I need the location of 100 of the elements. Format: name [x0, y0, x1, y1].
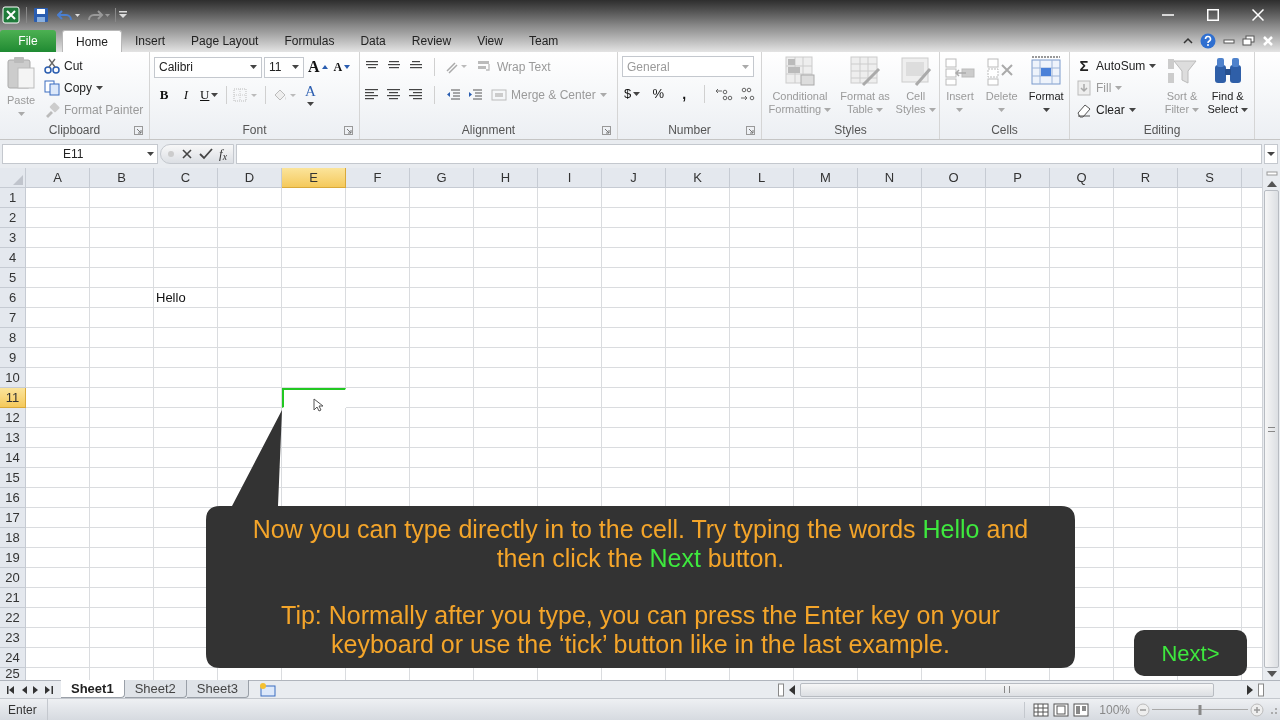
spreadsheet-cell[interactable]	[1178, 508, 1242, 528]
spreadsheet-cell[interactable]	[26, 548, 90, 568]
spreadsheet-cell[interactable]	[858, 348, 922, 368]
spreadsheet-cell[interactable]	[986, 348, 1050, 368]
spreadsheet-cell[interactable]	[90, 388, 154, 408]
spreadsheet-cell[interactable]	[26, 328, 90, 348]
spreadsheet-cell[interactable]	[986, 288, 1050, 308]
ribbon-tab[interactable]: Formulas	[271, 30, 348, 52]
spreadsheet-logo-icon[interactable]	[2, 6, 20, 24]
column-header[interactable]: C	[154, 168, 218, 188]
spreadsheet-cell[interactable]	[218, 368, 282, 388]
row-header[interactable]: 18	[0, 528, 26, 548]
spreadsheet-cell[interactable]	[986, 368, 1050, 388]
spreadsheet-cell[interactable]	[90, 628, 154, 648]
spreadsheet-cell[interactable]	[538, 388, 602, 408]
spreadsheet-cell[interactable]	[1114, 228, 1178, 248]
spreadsheet-cell[interactable]	[922, 348, 986, 368]
spreadsheet-cell[interactable]	[474, 348, 538, 368]
bold-button[interactable]: B	[154, 84, 174, 106]
spreadsheet-cell[interactable]	[986, 408, 1050, 428]
spreadsheet-cell[interactable]	[474, 328, 538, 348]
spreadsheet-cell[interactable]	[474, 288, 538, 308]
spreadsheet-cell[interactable]	[218, 228, 282, 248]
spreadsheet-cell[interactable]	[346, 468, 410, 488]
spreadsheet-cell[interactable]	[858, 388, 922, 408]
spreadsheet-cell[interactable]	[26, 448, 90, 468]
spreadsheet-cell[interactable]	[154, 448, 218, 468]
spreadsheet-cell[interactable]	[1178, 328, 1242, 348]
spreadsheet-cell[interactable]	[538, 188, 602, 208]
column-header[interactable]: D	[218, 168, 282, 188]
dialog-launcher-icon[interactable]	[602, 126, 611, 135]
currency-button[interactable]: $	[622, 83, 643, 105]
spreadsheet-cell[interactable]	[282, 188, 346, 208]
column-header[interactable]: Q	[1050, 168, 1114, 188]
row-header[interactable]: 14	[0, 448, 26, 468]
spreadsheet-cell[interactable]	[602, 188, 666, 208]
spreadsheet-cell[interactable]	[1050, 288, 1114, 308]
row-header[interactable]: 9	[0, 348, 26, 368]
spreadsheet-cell[interactable]	[410, 308, 474, 328]
row-header[interactable]: 16	[0, 488, 26, 508]
spreadsheet-cell[interactable]	[282, 248, 346, 268]
spreadsheet-cell[interactable]	[730, 248, 794, 268]
ribbon-tab[interactable]: View	[464, 30, 516, 52]
spreadsheet-cell[interactable]	[538, 328, 602, 348]
customize-caret-icon[interactable]	[119, 11, 127, 19]
spreadsheet-cell[interactable]	[538, 448, 602, 468]
row-header[interactable]: 19	[0, 548, 26, 568]
spreadsheet-cell[interactable]	[602, 228, 666, 248]
spreadsheet-cell[interactable]	[90, 348, 154, 368]
cancel-icon[interactable]	[181, 148, 193, 160]
spreadsheet-cell[interactable]	[602, 308, 666, 328]
spreadsheet-cell[interactable]	[602, 348, 666, 368]
check-icon[interactable]	[199, 148, 213, 160]
spreadsheet-cell[interactable]	[602, 368, 666, 388]
percent-button[interactable]: %	[648, 83, 669, 105]
spreadsheet-cell[interactable]	[90, 368, 154, 388]
row-header[interactable]: 15	[0, 468, 26, 488]
spreadsheet-cell[interactable]	[26, 408, 90, 428]
underline-button[interactable]: U	[198, 84, 221, 106]
column-header[interactable]: F	[346, 168, 410, 188]
spreadsheet-cell[interactable]	[410, 188, 474, 208]
spreadsheet-cell[interactable]	[410, 228, 474, 248]
column-header[interactable]: H	[474, 168, 538, 188]
spreadsheet-cell[interactable]	[346, 448, 410, 468]
spreadsheet-cell[interactable]	[410, 388, 474, 408]
column-header[interactable]: K	[666, 168, 730, 188]
spreadsheet-cell[interactable]	[474, 428, 538, 448]
spreadsheet-cell[interactable]	[282, 328, 346, 348]
spreadsheet-cell[interactable]	[986, 188, 1050, 208]
column-header[interactable]: E	[282, 168, 346, 188]
spreadsheet-cell[interactable]	[730, 308, 794, 328]
spreadsheet-cell[interactable]	[666, 428, 730, 448]
sheet-tab[interactable]: Sheet3	[186, 680, 250, 698]
spreadsheet-cell[interactable]	[922, 228, 986, 248]
spreadsheet-cell[interactable]	[90, 568, 154, 588]
spreadsheet-cell[interactable]	[730, 328, 794, 348]
spreadsheet-cell[interactable]	[154, 388, 218, 408]
dialog-launcher-icon[interactable]	[746, 126, 755, 135]
spreadsheet-cell[interactable]	[1178, 368, 1242, 388]
column-header[interactable]: A	[26, 168, 90, 188]
spreadsheet-cell[interactable]	[154, 408, 218, 428]
formula-input-field[interactable]	[235, 144, 1262, 164]
normal-view-icon[interactable]	[1033, 702, 1050, 717]
spreadsheet-cell[interactable]	[794, 468, 858, 488]
spreadsheet-cell[interactable]	[90, 328, 154, 348]
column-header[interactable]: R	[1114, 168, 1178, 188]
spreadsheet-cell[interactable]	[1114, 268, 1178, 288]
dialog-launcher-icon[interactable]	[134, 126, 143, 135]
spreadsheet-cell[interactable]	[1050, 448, 1114, 468]
spreadsheet-cell[interactable]	[218, 188, 282, 208]
next-sheet-icon[interactable]	[33, 685, 39, 694]
spreadsheet-cell[interactable]	[26, 348, 90, 368]
column-header[interactable]: P	[986, 168, 1050, 188]
spreadsheet-cell[interactable]	[922, 208, 986, 228]
spreadsheet-cell[interactable]	[794, 268, 858, 288]
scroll-down-icon[interactable]	[1266, 670, 1277, 678]
spreadsheet-cell[interactable]	[1114, 488, 1178, 508]
spreadsheet-cell[interactable]	[90, 248, 154, 268]
spreadsheet-cell[interactable]	[282, 228, 346, 248]
spreadsheet-cell[interactable]	[730, 208, 794, 228]
